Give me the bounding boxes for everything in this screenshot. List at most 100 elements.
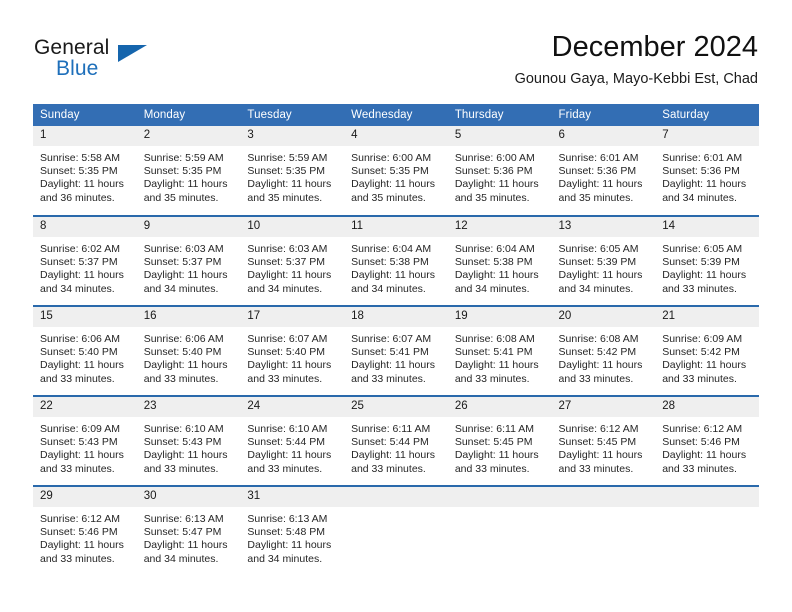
day-cell[interactable]: 1 Sunrise: 5:58 AM Sunset: 5:35 PM Dayli…	[33, 126, 137, 216]
day-cell[interactable]: 23 Sunrise: 6:10 AM Sunset: 5:43 PM Dayl…	[136, 395, 241, 486]
daylight-text-line1: Daylight: 11 hours	[558, 359, 643, 372]
sunrise-text: Sunrise: 6:05 AM	[662, 243, 743, 255]
day-details: Sunrise: 6:04 AM Sunset: 5:38 PM Dayligh…	[448, 237, 552, 296]
daylight-text-line2: and 34 minutes.	[351, 282, 426, 295]
day-cell[interactable]: 24 Sunrise: 6:10 AM Sunset: 5:44 PM Dayl…	[240, 395, 345, 486]
sunset-text: Sunset: 5:38 PM	[351, 256, 429, 269]
sunset-text: Sunset: 5:37 PM	[143, 256, 222, 269]
day-cell[interactable]: 21 Sunrise: 6:09 AM Sunset: 5:42 PM Dayl…	[655, 305, 759, 396]
daylight-text-line2: and 35 minutes.	[247, 191, 323, 204]
calendar-week-row: 1 Sunrise: 5:58 AM Sunset: 5:35 PM Dayli…	[33, 126, 759, 216]
daylight-text-line2: and 33 minutes.	[454, 372, 530, 385]
day-cell[interactable]: 14 Sunrise: 6:05 AM Sunset: 5:39 PM Dayl…	[655, 215, 759, 306]
day-cell[interactable]: 17 Sunrise: 6:07 AM Sunset: 5:40 PM Dayl…	[240, 305, 345, 396]
daylight-text-line2: and 34 minutes.	[662, 191, 737, 204]
day-cell[interactable]: 12 Sunrise: 6:04 AM Sunset: 5:38 PM Dayl…	[447, 215, 552, 306]
day-cell[interactable]: 26 Sunrise: 6:11 AM Sunset: 5:45 PM Dayl…	[447, 395, 552, 486]
daylight-text-line1: Daylight: 11 hours	[40, 269, 124, 282]
day-details: Sunrise: 6:11 AM Sunset: 5:45 PM Dayligh…	[448, 417, 552, 476]
day-details: Sunrise: 6:04 AM Sunset: 5:38 PM Dayligh…	[344, 237, 448, 296]
sunrise-text: Sunrise: 6:04 AM	[454, 243, 535, 255]
day-cell[interactable]: 4 Sunrise: 6:00 AM Sunset: 5:35 PM Dayli…	[344, 126, 448, 216]
day-cell[interactable]: 2 Sunrise: 5:59 AM Sunset: 5:35 PM Dayli…	[136, 126, 241, 216]
calendar-week-row: 15 Sunrise: 6:06 AM Sunset: 5:40 PM Dayl…	[33, 305, 759, 396]
day-cell[interactable]: 7 Sunrise: 6:01 AM Sunset: 5:36 PM Dayli…	[655, 126, 759, 216]
day-cell[interactable]: 15 Sunrise: 6:06 AM Sunset: 5:40 PM Dayl…	[33, 305, 137, 396]
day-details: Sunrise: 6:07 AM Sunset: 5:40 PM Dayligh…	[240, 327, 344, 386]
daylight-text-line2: and 35 minutes.	[351, 191, 426, 204]
day-cell[interactable]: 22 Sunrise: 6:09 AM Sunset: 5:43 PM Dayl…	[33, 395, 137, 486]
day-details: Sunrise: 6:13 AM Sunset: 5:47 PM Dayligh…	[137, 507, 241, 566]
daylight-text-line2: and 33 minutes.	[247, 372, 323, 385]
day-number: 24	[240, 397, 345, 417]
day-cell[interactable]: 28 Sunrise: 6:12 AM Sunset: 5:46 PM Dayl…	[655, 395, 759, 486]
day-cell-empty	[447, 485, 552, 576]
daylight-text-line2: and 34 minutes.	[454, 282, 530, 295]
sunset-text: Sunset: 5:46 PM	[40, 526, 118, 539]
day-cell[interactable]: 29 Sunrise: 6:12 AM Sunset: 5:46 PM Dayl…	[33, 485, 137, 576]
sunset-text: Sunset: 5:43 PM	[40, 436, 118, 449]
weekday-header-monday: Monday	[136, 104, 241, 126]
sunset-text: Sunset: 5:44 PM	[247, 436, 326, 449]
day-details: Sunrise: 6:03 AM Sunset: 5:37 PM Dayligh…	[240, 237, 344, 296]
sunset-text: Sunset: 5:46 PM	[662, 436, 740, 449]
day-details: Sunrise: 6:05 AM Sunset: 5:39 PM Dayligh…	[552, 237, 656, 296]
weekday-header-thursday: Thursday	[447, 104, 552, 126]
daylight-text-line1: Daylight: 11 hours	[662, 359, 747, 372]
daylight-text-line2: and 36 minutes.	[40, 191, 115, 204]
day-number	[447, 487, 552, 507]
day-number: 15	[33, 307, 137, 327]
day-cell[interactable]: 16 Sunrise: 6:06 AM Sunset: 5:40 PM Dayl…	[136, 305, 241, 396]
day-cell[interactable]: 10 Sunrise: 6:03 AM Sunset: 5:37 PM Dayl…	[240, 215, 345, 306]
daylight-text-line1: Daylight: 11 hours	[351, 449, 435, 462]
sunrise-text: Sunrise: 6:01 AM	[662, 152, 743, 164]
day-details: Sunrise: 6:01 AM Sunset: 5:36 PM Dayligh…	[655, 146, 759, 205]
sunset-text: Sunset: 5:39 PM	[558, 256, 637, 269]
day-number: 14	[655, 217, 759, 237]
sunrise-text: Sunrise: 6:09 AM	[40, 423, 120, 435]
general-blue-logo: General Blue	[34, 36, 214, 86]
daylight-text-line2: and 33 minutes.	[40, 372, 115, 385]
day-cell[interactable]: 30 Sunrise: 6:13 AM Sunset: 5:47 PM Dayl…	[136, 485, 241, 576]
sunset-text: Sunset: 5:36 PM	[558, 165, 637, 178]
day-cell[interactable]: 13 Sunrise: 6:05 AM Sunset: 5:39 PM Dayl…	[551, 215, 656, 306]
weekday-header-tuesday: Tuesday	[240, 104, 345, 126]
sunrise-text: Sunrise: 6:11 AM	[454, 423, 534, 435]
daylight-text-line2: and 34 minutes.	[143, 282, 219, 295]
day-cell[interactable]: 27 Sunrise: 6:12 AM Sunset: 5:45 PM Dayl…	[551, 395, 656, 486]
day-cell[interactable]: 25 Sunrise: 6:11 AM Sunset: 5:44 PM Dayl…	[344, 395, 448, 486]
sunrise-text: Sunrise: 6:07 AM	[247, 333, 328, 345]
weekday-header-friday: Friday	[551, 104, 656, 126]
day-cell[interactable]: 18 Sunrise: 6:07 AM Sunset: 5:41 PM Dayl…	[344, 305, 448, 396]
day-number: 21	[655, 307, 759, 327]
sunrise-text: Sunrise: 5:59 AM	[247, 152, 328, 164]
day-number	[655, 487, 759, 507]
sunset-text: Sunset: 5:48 PM	[247, 526, 326, 539]
day-details: Sunrise: 6:10 AM Sunset: 5:43 PM Dayligh…	[137, 417, 241, 476]
daylight-text-line2: and 33 minutes.	[662, 462, 737, 475]
daylight-text-line2: and 33 minutes.	[40, 462, 115, 475]
sunrise-text: Sunrise: 6:03 AM	[143, 243, 224, 255]
day-cell[interactable]: 5 Sunrise: 6:00 AM Sunset: 5:36 PM Dayli…	[447, 126, 552, 216]
day-cell[interactable]: 20 Sunrise: 6:08 AM Sunset: 5:42 PM Dayl…	[551, 305, 656, 396]
sunset-text: Sunset: 5:37 PM	[247, 256, 326, 269]
sunset-text: Sunset: 5:41 PM	[454, 346, 533, 359]
day-cell[interactable]: 3 Sunrise: 5:59 AM Sunset: 5:35 PM Dayli…	[240, 126, 345, 216]
sunrise-text: Sunrise: 6:08 AM	[454, 333, 535, 345]
day-details: Sunrise: 6:02 AM Sunset: 5:37 PM Dayligh…	[33, 237, 137, 296]
day-details: Sunrise: 6:01 AM Sunset: 5:36 PM Dayligh…	[552, 146, 656, 205]
day-cell[interactable]: 31 Sunrise: 6:13 AM Sunset: 5:48 PM Dayl…	[240, 485, 345, 576]
day-cell[interactable]: 8 Sunrise: 6:02 AM Sunset: 5:37 PM Dayli…	[33, 215, 137, 306]
day-details: Sunrise: 6:10 AM Sunset: 5:44 PM Dayligh…	[240, 417, 344, 476]
day-cell[interactable]: 9 Sunrise: 6:03 AM Sunset: 5:37 PM Dayli…	[136, 215, 241, 306]
sunrise-sunset-calendar: Sunday Monday Tuesday Wednesday Thursday…	[33, 104, 759, 576]
day-cell[interactable]: 11 Sunrise: 6:04 AM Sunset: 5:38 PM Dayl…	[344, 215, 448, 306]
daylight-text-line1: Daylight: 11 hours	[143, 178, 228, 191]
day-cell[interactable]: 6 Sunrise: 6:01 AM Sunset: 5:36 PM Dayli…	[551, 126, 656, 216]
day-number: 29	[33, 487, 137, 507]
day-number: 9	[136, 217, 241, 237]
sunrise-text: Sunrise: 6:10 AM	[143, 423, 224, 435]
day-number: 1	[33, 126, 137, 146]
day-details: Sunrise: 6:11 AM Sunset: 5:44 PM Dayligh…	[344, 417, 448, 476]
day-cell[interactable]: 19 Sunrise: 6:08 AM Sunset: 5:41 PM Dayl…	[447, 305, 552, 396]
